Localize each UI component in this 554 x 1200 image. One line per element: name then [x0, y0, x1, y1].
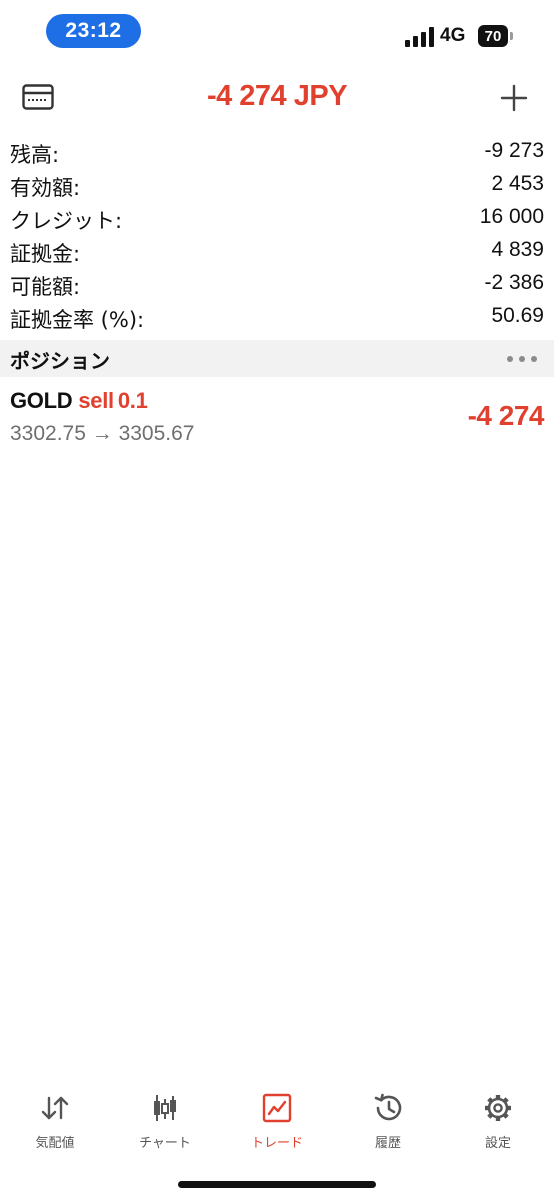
summary-row-equity: 有効額: 2 453: [0, 169, 554, 202]
summary-value: 16 000: [479, 205, 544, 228]
position-profit: -4 274: [467, 400, 545, 431]
position-volume: 0.1: [117, 388, 148, 413]
summary-value: 2 453: [491, 172, 544, 195]
battery-icon: 70: [478, 25, 513, 47]
battery-level: 70: [478, 25, 508, 47]
position-prices: 3302.75 → 3305.67: [10, 422, 195, 445]
signal-strength-icon: [405, 27, 434, 47]
summary-label: クレジット:: [10, 209, 123, 233]
summary-row-margin: 証拠金: 4 839: [0, 235, 554, 268]
position-row[interactable]: GOLD sell 0.1 3302.75 → 3305.67 -4 274: [0, 380, 554, 454]
position-side: sell: [78, 388, 114, 413]
network-type: 4G: [440, 25, 466, 46]
gear-icon: [485, 1095, 511, 1121]
summary-value: -2 386: [484, 271, 544, 294]
tab-label: トレード: [250, 1136, 303, 1151]
tab-label: チャート: [139, 1136, 191, 1151]
more-dots-icon[interactable]: [506, 355, 538, 363]
summary-row-balance: 残高: -9 273: [0, 136, 554, 169]
tab-label: 履歴: [374, 1136, 401, 1151]
candlestick-icon: [154, 1095, 176, 1121]
summary-label: 証拠金:: [10, 242, 81, 266]
trade-chart-icon: [262, 1093, 292, 1123]
bottom-tab-bar: 気配値 チャート トレード 履歴 設定: [0, 1090, 554, 1160]
summary-value: 4 839: [491, 238, 544, 261]
summary-value: 50.69: [491, 304, 544, 327]
positions-title: ポジション: [10, 349, 110, 373]
plus-icon[interactable]: [500, 84, 528, 112]
summary-label: 可能額:: [10, 275, 81, 299]
tab-label: 設定: [484, 1136, 511, 1151]
tab-settings[interactable]: 設定: [443, 1090, 553, 1160]
summary-row-credit: クレジット: 16 000: [0, 202, 554, 235]
total-profit-title: -4 274 JPY: [206, 80, 348, 112]
home-indicator[interactable]: [178, 1181, 376, 1188]
summary-label: 残高:: [10, 143, 60, 167]
history-clock-icon: [374, 1093, 402, 1121]
tab-quotes[interactable]: 気配値: [0, 1090, 110, 1160]
summary-label: 有効額:: [10, 176, 81, 200]
quotes-arrows-icon: [41, 1096, 69, 1120]
top-bar: -4 274 JPY: [0, 70, 554, 126]
tab-trade[interactable]: トレード: [222, 1090, 332, 1160]
summary-row-margin-level: 証拠金率 (%): 50.69: [0, 301, 554, 334]
status-bar: 23:12 4G 70: [0, 0, 554, 64]
account-summary: 残高: -9 273 有効額: 2 453 クレジット: 16 000 証拠金:…: [0, 136, 554, 334]
summary-row-free-margin: 可能額: -2 386: [0, 268, 554, 301]
summary-value: -9 273: [484, 139, 544, 162]
status-time[interactable]: 23:12: [46, 14, 141, 48]
summary-label: 証拠金率 (%):: [10, 308, 145, 332]
position-title: GOLD sell 0.1: [10, 388, 148, 414]
positions-section-header: ポジション: [0, 340, 554, 377]
tab-chart[interactable]: チャート: [110, 1090, 220, 1160]
position-symbol: GOLD: [10, 388, 73, 413]
tab-label: 気配値: [35, 1136, 75, 1151]
tab-history[interactable]: 履歴: [333, 1090, 443, 1160]
